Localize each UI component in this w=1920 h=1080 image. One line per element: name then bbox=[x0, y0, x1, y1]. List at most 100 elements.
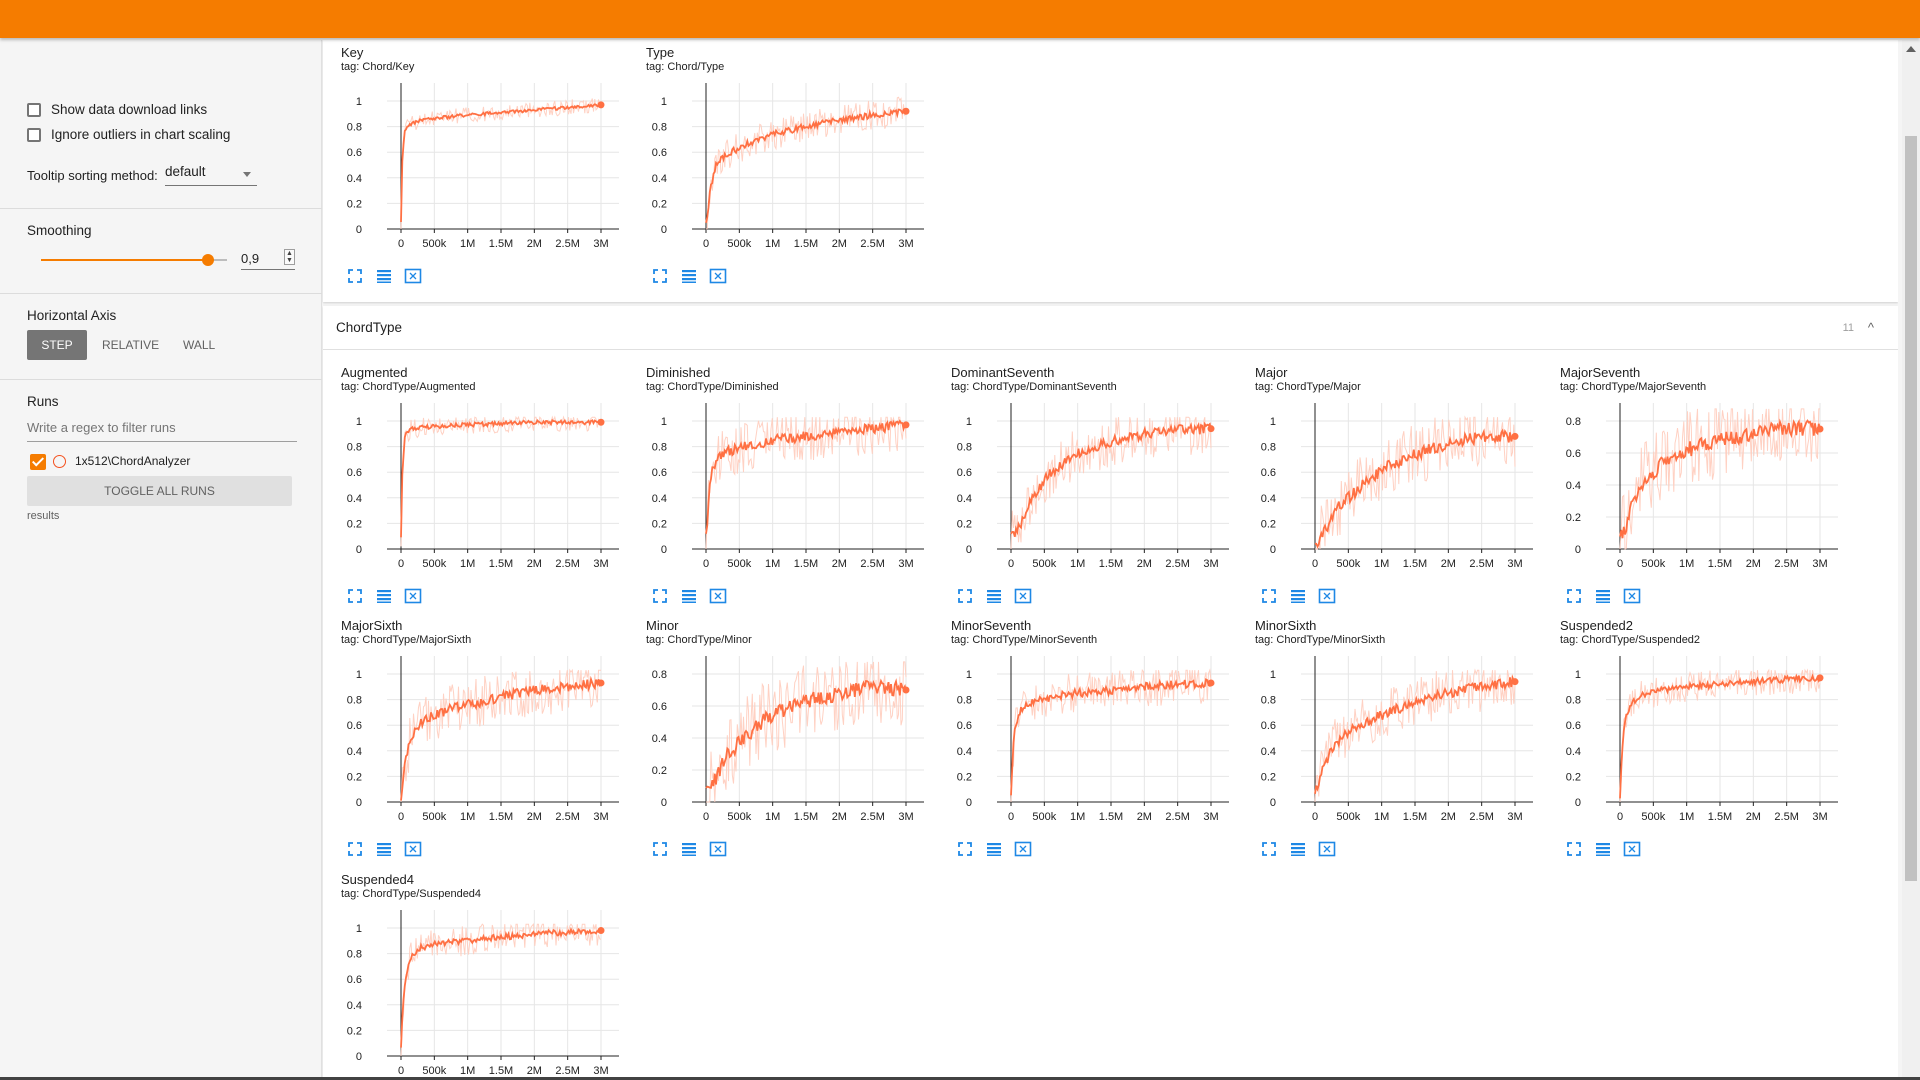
fullscreen-icon[interactable] bbox=[345, 840, 365, 858]
chart-title: Suspended2 bbox=[1560, 618, 1634, 633]
list-icon[interactable] bbox=[374, 840, 394, 858]
smoothing-slider-knob[interactable] bbox=[202, 254, 215, 266]
list-icon[interactable] bbox=[679, 840, 699, 858]
scrollbar[interactable] bbox=[1902, 40, 1920, 1080]
divider bbox=[0, 293, 322, 294]
collapse-caret-icon[interactable]: ^ bbox=[1868, 320, 1874, 335]
y-tick-label: 0.2 bbox=[347, 518, 362, 530]
fit-domain-icon[interactable] bbox=[403, 587, 423, 605]
list-icon[interactable] bbox=[1593, 840, 1613, 858]
x-tick-label: 1M bbox=[1070, 811, 1085, 823]
run-checkbox[interactable] bbox=[30, 454, 46, 470]
fullscreen-icon[interactable] bbox=[650, 267, 670, 285]
y-tick-label: 0.4 bbox=[347, 173, 362, 185]
y-tick-label: 0.6 bbox=[652, 147, 667, 159]
fit-domain-icon[interactable] bbox=[403, 267, 423, 285]
fullscreen-icon[interactable] bbox=[650, 840, 670, 858]
chart-title: MinorSeventh bbox=[951, 618, 1032, 633]
list-icon[interactable] bbox=[984, 840, 1004, 858]
fullscreen-icon[interactable] bbox=[1259, 587, 1279, 605]
spinner-icon[interactable]: ▲ ▼ bbox=[284, 249, 295, 265]
fit-domain-icon[interactable] bbox=[403, 840, 423, 858]
x-tick-label: 2M bbox=[832, 558, 847, 570]
list-icon[interactable] bbox=[1593, 587, 1613, 605]
group-header[interactable]: ChordType 11 ^ bbox=[323, 306, 1898, 350]
fit-domain-icon[interactable] bbox=[1013, 840, 1033, 858]
fit-domain-icon[interactable] bbox=[1013, 587, 1033, 605]
ignore-outliers-checkbox[interactable] bbox=[27, 127, 41, 142]
smoothing-input[interactable]: 0,9 ▲ ▼ bbox=[241, 248, 295, 270]
y-tick-label: 0.4 bbox=[347, 746, 362, 758]
axis-step-button[interactable]: STEP bbox=[27, 330, 87, 360]
fullscreen-icon[interactable] bbox=[955, 587, 975, 605]
chart-plot: 0.8 0.6 0.4 0.2 0 0 500k 1M 1.5M 2M 2.5M 3M bbox=[652, 656, 924, 823]
axis-wall-button[interactable]: WALL bbox=[183, 330, 215, 360]
x-tick-label: 500k bbox=[1032, 558, 1056, 570]
list-icon[interactable] bbox=[679, 267, 699, 285]
fullscreen-icon[interactable] bbox=[1564, 840, 1584, 858]
x-tick-label: 2.5M bbox=[1774, 558, 1798, 570]
smoothing-slider[interactable] bbox=[41, 254, 227, 266]
list-icon[interactable] bbox=[679, 587, 699, 605]
fullscreen-icon[interactable] bbox=[650, 587, 670, 605]
y-tick-label: 0.6 bbox=[347, 720, 362, 732]
axis-relative-button[interactable]: RELATIVE bbox=[102, 330, 159, 360]
fit-domain-icon[interactable] bbox=[1317, 587, 1337, 605]
list-icon[interactable] bbox=[374, 587, 394, 605]
fullscreen-icon[interactable] bbox=[955, 840, 975, 858]
y-tick-label: 0 bbox=[356, 544, 362, 556]
x-tick-label: 1.5M bbox=[489, 811, 513, 823]
fullscreen-icon[interactable] bbox=[345, 267, 365, 285]
toggle-all-runs-button[interactable]: TOGGLE ALL RUNS bbox=[27, 476, 292, 506]
x-tick-label: 2M bbox=[832, 238, 847, 250]
run-color-icon[interactable] bbox=[53, 455, 66, 468]
show-download-toggle[interactable]: Show data download links bbox=[27, 102, 207, 117]
fit-domain-icon[interactable] bbox=[1622, 587, 1642, 605]
chart-actions bbox=[955, 840, 1033, 858]
list-icon[interactable] bbox=[374, 267, 394, 285]
x-tick-label: 1M bbox=[765, 811, 780, 823]
ignore-outliers-label: Ignore outliers in chart scaling bbox=[51, 127, 231, 142]
x-tick-label: 3M bbox=[593, 811, 608, 823]
list-icon[interactable] bbox=[1288, 840, 1308, 858]
fullscreen-icon[interactable] bbox=[1564, 587, 1584, 605]
y-tick-label: 0.6 bbox=[957, 467, 972, 479]
fit-domain-icon[interactable] bbox=[708, 267, 728, 285]
tooltip-sorting-select[interactable]: default bbox=[165, 164, 257, 186]
y-tick-label: 0.6 bbox=[652, 467, 667, 479]
x-tick-label: 3M bbox=[1203, 558, 1218, 570]
x-tick-label: 500k bbox=[1336, 811, 1360, 823]
results-label: results bbox=[27, 510, 60, 522]
x-tick-label: 0 bbox=[1008, 811, 1014, 823]
x-tick-label: 1.5M bbox=[489, 238, 513, 250]
chart-tag: tag: Chord/Type bbox=[646, 61, 725, 73]
fit-domain-icon[interactable] bbox=[708, 840, 728, 858]
divider bbox=[0, 208, 322, 209]
x-tick-label: 1M bbox=[1679, 811, 1694, 823]
x-tick-label: 2.5M bbox=[1469, 558, 1493, 570]
y-tick-label: 0 bbox=[356, 224, 362, 236]
fullscreen-icon[interactable] bbox=[345, 587, 365, 605]
x-tick-label: 1.5M bbox=[1099, 811, 1123, 823]
x-tick-label: 3M bbox=[593, 1065, 608, 1077]
scroll-up-icon[interactable] bbox=[1906, 46, 1916, 52]
y-tick-label: 0.2 bbox=[652, 198, 667, 210]
chart-plot: 1 0.8 0.6 0.4 0.2 0 0 500k 1M 1.5M 2M 2.5M 3M bbox=[957, 656, 1229, 823]
scrollbar-thumb[interactable] bbox=[1905, 136, 1917, 881]
ignore-outliers-toggle[interactable]: Ignore outliers in chart scaling bbox=[27, 127, 230, 142]
list-icon[interactable] bbox=[984, 587, 1004, 605]
x-tick-label: 1.5M bbox=[794, 558, 818, 570]
chart-tag: tag: ChordType/MajorSixth bbox=[341, 634, 472, 646]
y-tick-label: 0 bbox=[661, 544, 667, 556]
fit-domain-icon[interactable] bbox=[1317, 840, 1337, 858]
x-tick-label: 3M bbox=[593, 558, 608, 570]
fit-domain-icon[interactable] bbox=[1622, 840, 1642, 858]
list-icon[interactable] bbox=[1288, 587, 1308, 605]
x-tick-label: 1.5M bbox=[794, 811, 818, 823]
fullscreen-icon[interactable] bbox=[1259, 840, 1279, 858]
show-download-checkbox[interactable] bbox=[27, 102, 41, 117]
fit-domain-icon[interactable] bbox=[708, 587, 728, 605]
x-tick-label: 3M bbox=[1507, 558, 1522, 570]
runs-filter-input[interactable]: Write a regex to filter runs bbox=[27, 420, 297, 442]
x-tick-label: 0 bbox=[398, 811, 404, 823]
